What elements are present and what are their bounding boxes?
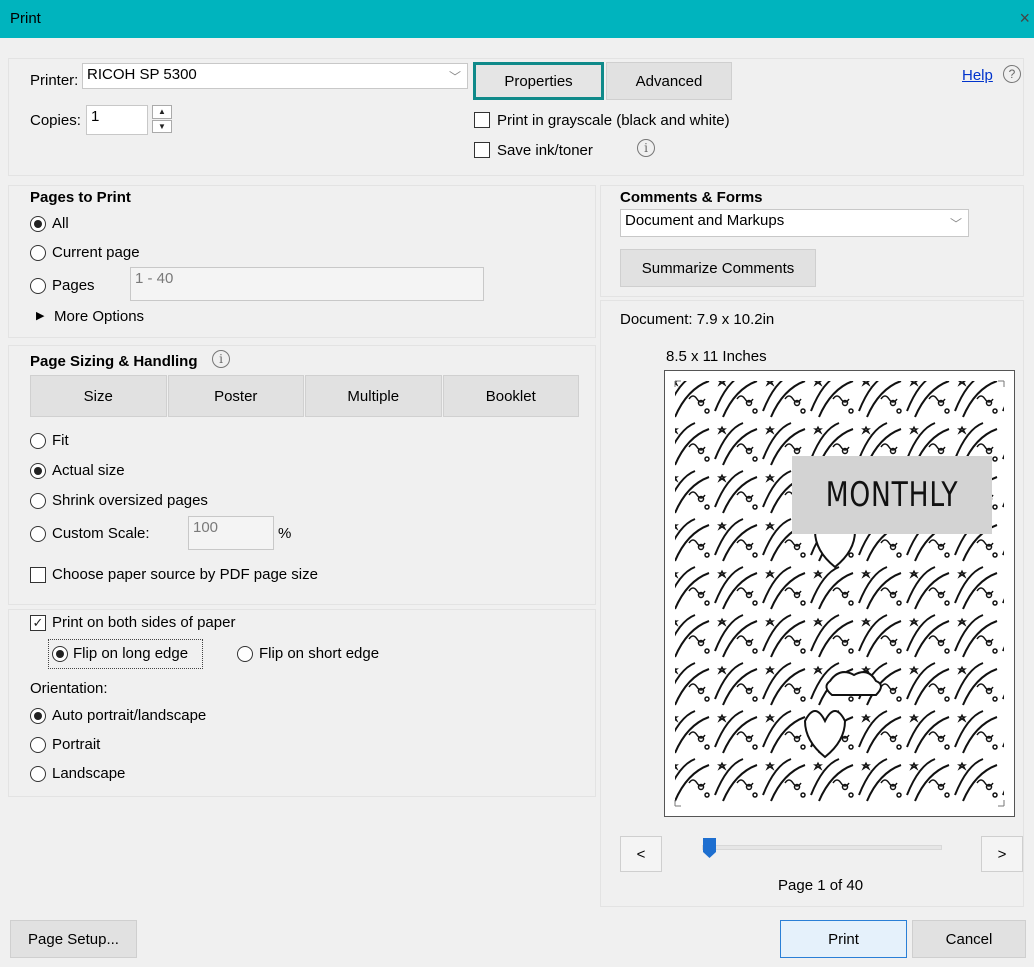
sizing-tabs: Size Poster Multiple Booklet [30,375,579,417]
page-slider-thumb[interactable] [702,837,717,859]
radio-flip-long-edge[interactable] [52,646,68,662]
close-icon[interactable]: × [1019,8,1030,29]
advanced-label: Advanced [635,72,703,90]
stepper-up-icon[interactable]: ▲ [152,105,172,119]
landscape-label: Landscape [52,765,126,782]
comments-forms-value: Document and Markups [625,212,785,229]
grayscale-checkbox[interactable] [474,112,490,128]
custom-scale-input[interactable]: 100 [188,516,274,550]
copies-label: Copies: [30,112,81,129]
page-indicator: Page 1 of 40 [778,877,864,894]
copies-input[interactable]: 1 [86,105,148,135]
flip-long-edge-label: Flip on long edge [73,645,189,662]
radio-portrait[interactable] [30,737,46,753]
both-sides-label: Print on both sides of paper [52,614,236,631]
chevron-down-icon: ﹀ [949,217,962,231]
more-options-label[interactable]: More Options [54,308,144,325]
properties-button[interactable]: Properties [473,62,604,100]
title-bar: Print × [0,0,1034,38]
grayscale-label: Print in grayscale (black and white) [497,112,730,129]
tab-size[interactable]: Size [30,375,167,417]
radio-pages[interactable] [30,278,46,294]
pages-to-print-title: Pages to Print [30,189,131,206]
paper-source-checkbox[interactable] [30,567,46,583]
tab-poster-label: Poster [214,387,258,405]
tab-multiple-label: Multiple [347,387,400,405]
comments-forms-select[interactable]: Document and Markups ﹀ [620,209,969,237]
page-slider-track[interactable] [702,845,942,850]
document-size: Document: 7.9 x 10.2in [620,311,775,328]
radio-auto-orientation[interactable] [30,708,46,724]
comments-forms-title: Comments & Forms [620,189,763,206]
pages-label: Pages [52,277,95,294]
pages-range-input[interactable]: 1 - 40 [130,267,484,301]
page-preview: MONTHLY [664,370,1015,817]
save-ink-label: Save ink/toner [497,142,593,159]
tab-size-label: Size [83,387,113,405]
radio-current-page[interactable] [30,245,46,261]
percent-sign: % [278,525,292,542]
paper-size: 8.5 x 11 Inches [666,348,767,365]
current-page-label: Current page [52,244,140,261]
copies-value: 1 [91,108,100,125]
tab-booklet-label: Booklet [485,387,536,405]
shrink-oversized-label: Shrink oversized pages [52,492,208,509]
stepper-down-icon[interactable]: ▼ [152,119,172,133]
next-page-button[interactable]: > [981,836,1023,872]
radio-custom-scale[interactable] [30,526,46,542]
copies-stepper[interactable]: ▲ ▼ [152,105,172,133]
advanced-button[interactable]: Advanced [606,62,732,100]
chevron-down-icon: ﹀ [448,70,461,84]
properties-label: Properties [504,72,573,90]
printer-value: RICOH SP 5300 [87,66,197,83]
cancel-label: Cancel [945,930,993,948]
cover-title: MONTHLY [825,475,959,515]
tab-booklet[interactable]: Booklet [442,375,579,417]
summarize-comments-button[interactable]: Summarize Comments [620,249,816,287]
prev-page-label: < [636,845,646,863]
cancel-button[interactable]: Cancel [912,920,1026,958]
help-icon[interactable]: ? [1003,65,1021,83]
cover-title-box: MONTHLY [792,456,992,534]
printer-label: Printer: [30,72,79,89]
radio-actual-size[interactable] [30,463,46,479]
save-ink-checkbox[interactable] [474,142,490,158]
printer-select[interactable]: RICOH SP 5300 ﹀ [82,63,468,89]
orientation-title: Orientation: [30,680,108,697]
summarize-comments-label: Summarize Comments [641,259,795,277]
paper-source-label: Choose paper source by PDF page size [52,566,318,583]
both-sides-checkbox[interactable]: ✓ [30,615,46,631]
prev-page-button[interactable]: < [620,836,662,872]
flip-short-edge-label: Flip on short edge [259,645,380,662]
tab-multiple[interactable]: Multiple [305,375,442,417]
radio-flip-short-edge[interactable] [237,646,253,662]
page-preview-art [674,380,1005,807]
info-icon[interactable]: i [637,139,655,157]
next-page-label: > [997,845,1007,863]
tab-poster[interactable]: Poster [167,375,304,417]
expand-arrow-icon[interactable]: ▶ [36,309,44,322]
all-label: All [52,215,69,232]
auto-orientation-label: Auto portrait/landscape [52,707,207,724]
actual-size-label: Actual size [52,462,125,479]
custom-scale-value: 100 [193,519,219,536]
fit-label: Fit [52,432,69,449]
radio-fit[interactable] [30,433,46,449]
radio-shrink-oversized[interactable] [30,493,46,509]
page-setup-label: Page Setup... [28,930,119,948]
page-setup-button[interactable]: Page Setup... [10,920,137,958]
custom-scale-label: Custom Scale: [52,525,150,542]
print-label: Print [828,930,859,948]
info-icon[interactable]: i [212,350,230,368]
radio-landscape[interactable] [30,766,46,782]
portrait-label: Portrait [52,736,101,753]
radio-all[interactable] [30,216,46,232]
print-button[interactable]: Print [780,920,907,958]
page-sizing-title: Page Sizing & Handling [30,353,198,370]
pages-range-value: 1 - 40 [135,270,174,287]
help-link[interactable]: Help [962,67,993,84]
window-title: Print [10,10,41,27]
